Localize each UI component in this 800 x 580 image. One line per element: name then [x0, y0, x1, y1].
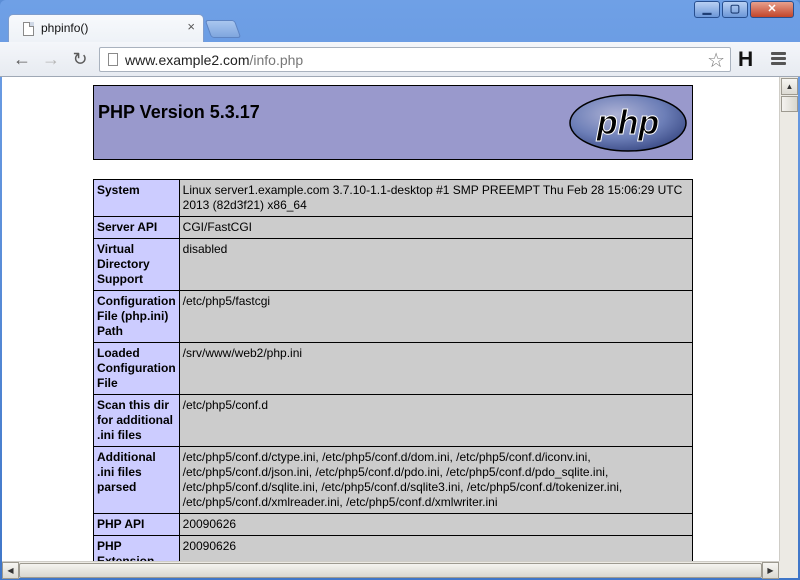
php-header: PHP Version 5.3.17 php	[93, 85, 693, 160]
horizontal-scroll-thumb[interactable]	[19, 563, 762, 578]
menu-icon[interactable]	[771, 52, 786, 66]
info-row: Loaded Configuration File/srv/www/web2/p…	[93, 342, 694, 395]
tab-title: phpinfo()	[41, 21, 89, 35]
info-value: CGI/FastCGI	[178, 216, 694, 239]
browser-toolbar: ← → ↻ www.example2.com/info.php ☆ H	[0, 42, 800, 77]
new-tab-button[interactable]	[204, 20, 242, 38]
scroll-left-button[interactable]: ◀	[2, 562, 19, 579]
url-path: /info.php	[249, 52, 304, 68]
php-info-table: System Linux server1.example.com 3.7.10-1…	[93, 179, 694, 561]
info-row: PHP API 20090626	[93, 513, 694, 536]
info-value: 20090626	[178, 513, 694, 536]
info-value: /srv/www/web2/php.ini	[178, 342, 694, 395]
info-label: System	[93, 179, 180, 217]
info-label: PHP API	[93, 513, 180, 536]
info-row: System Linux server1.example.com 3.7.10-1…	[93, 179, 694, 217]
extension-h-button[interactable]: H	[738, 48, 753, 72]
window-controls: ▁ ▢ ✕	[692, 1, 794, 18]
info-label: Virtual Directory Support	[93, 238, 180, 291]
vertical-scroll-thumb[interactable]	[781, 96, 798, 112]
info-value: Linux server1.example.com 3.7.10-1.1-des…	[178, 179, 694, 217]
tab-close-icon[interactable]: ×	[187, 19, 195, 34]
info-row: Scan this dir for additional .ini files /…	[93, 394, 694, 447]
bookmark-star-icon[interactable]: ☆	[707, 48, 725, 73]
page-title: PHP Version 5.3.17	[98, 102, 260, 122]
reload-button[interactable]: ↻	[69, 49, 91, 71]
info-row: Configuration File (php.ini) Path/etc/ph…	[93, 290, 694, 343]
info-row: Virtual Directory Support disabled	[93, 238, 694, 291]
tab-strip: phpinfo() × ▁ ▢ ✕	[0, 0, 800, 42]
forward-button[interactable]: →	[40, 49, 62, 71]
maximize-button[interactable]: ▢	[722, 1, 748, 18]
url-text[interactable]: www.example2.com/info.php	[125, 52, 303, 68]
info-label: Scan this dir for additional .ini files	[93, 394, 180, 447]
info-row: Server API CGI/FastCGI	[93, 216, 694, 239]
horizontal-scrollbar[interactable]: ◀ ▶	[2, 561, 779, 579]
vertical-scrollbar[interactable]: ▲	[779, 77, 798, 561]
page-icon	[108, 53, 118, 66]
minimize-button[interactable]: ▁	[694, 1, 720, 18]
url-host: www.example2.com	[125, 52, 250, 68]
scroll-right-button[interactable]: ▶	[762, 562, 779, 579]
info-label: PHP Extension	[93, 535, 180, 561]
php-logo-text: php	[596, 104, 659, 142]
tab-phpinfo[interactable]: phpinfo() ×	[8, 14, 204, 42]
php-logo-icon[interactable]: php	[568, 93, 688, 153]
info-value: disabled	[178, 238, 694, 291]
info-row: Additional .ini files parsed/etc/php5/co…	[93, 446, 694, 514]
browser-window: phpinfo() × ▁ ▢ ✕ ← → ↻ www.example2.com…	[0, 0, 800, 580]
info-label: Server API	[93, 216, 180, 239]
info-value: /etc/php5/conf.d/ctype.ini, /etc/php5/co…	[178, 446, 694, 514]
info-row: PHP Extension 20090626	[93, 535, 694, 561]
address-bar[interactable]: www.example2.com/info.php ☆	[99, 47, 731, 72]
info-label: Loaded Configuration File	[93, 342, 180, 395]
info-value: 20090626	[178, 535, 694, 561]
info-value: /etc/php5/conf.d	[178, 394, 694, 447]
page-viewport: PHP Version 5.3.17 php System Linux serve…	[2, 77, 779, 561]
scrollbar-corner	[779, 561, 798, 578]
info-label: Configuration File (php.ini) Path	[93, 290, 180, 343]
scroll-up-button[interactable]: ▲	[781, 78, 798, 95]
back-button[interactable]: ←	[11, 49, 33, 71]
close-window-button[interactable]: ✕	[750, 1, 794, 18]
page-favicon-icon	[23, 22, 34, 36]
info-value: /etc/php5/fastcgi	[178, 290, 694, 343]
info-label: Additional .ini files parsed	[93, 446, 180, 514]
